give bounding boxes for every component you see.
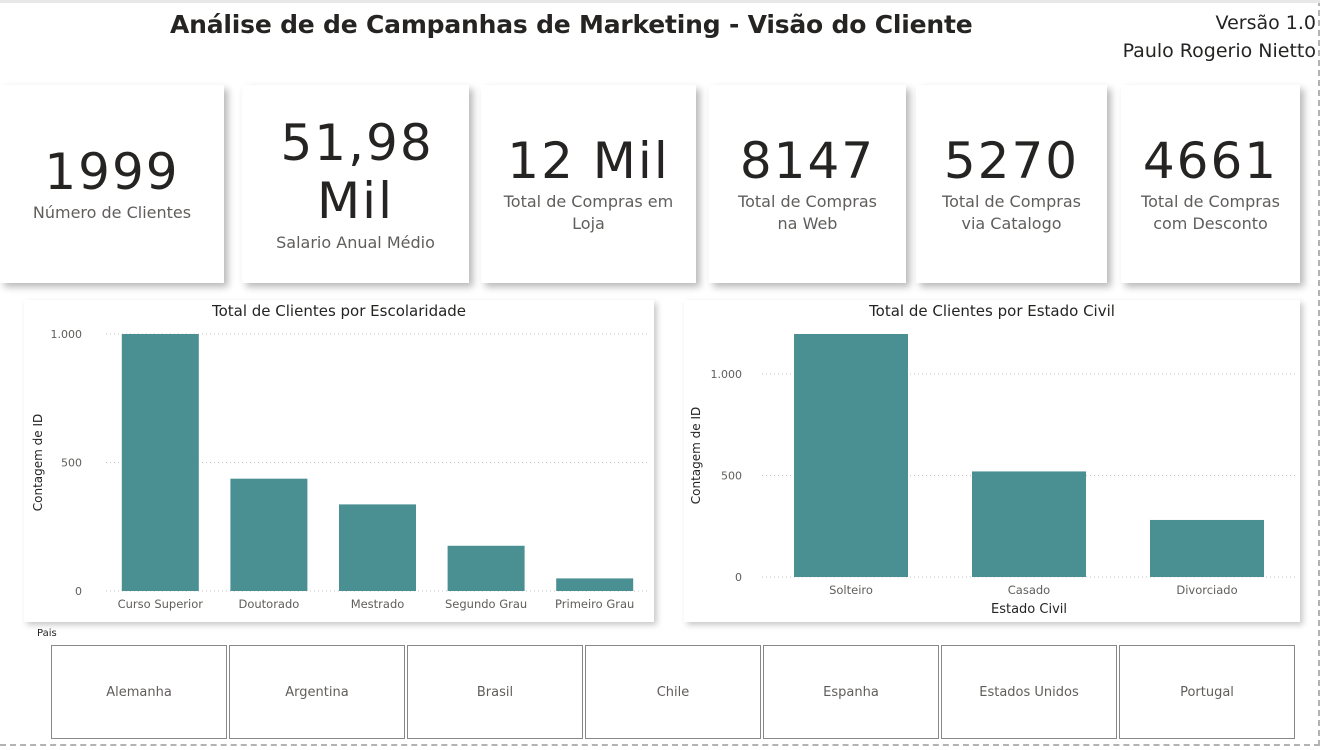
kpi-card-compras-loja[interactable]: 12 Mil Total de Compras em Loja [481,85,696,283]
bar[interactable] [972,471,1086,577]
kpi-label: Total de Compras com Desconto [1141,192,1280,233]
chart-escolaridade[interactable]: Total de Clientes por Escolaridade 0 500 1… [24,300,654,622]
slicer-label: Pais [37,628,57,639]
y-tick-label: 0 [75,585,82,598]
x-tick-label: Primeiro Grau [555,597,634,611]
y-axis-label: Contagem de ID [31,414,45,511]
y-axis-label: Contagem de ID [689,407,703,504]
slicer-option[interactable]: Alemanha [51,645,227,739]
y-tick-label: 500 [61,457,82,470]
bar[interactable] [121,334,199,591]
kpi-card-salario[interactable]: 51,98 Mil Salario Anual Médio [242,85,469,283]
kpi-value: 8147 [739,132,876,190]
y-tick-label: 500 [721,469,742,482]
bar[interactable] [794,334,908,577]
chart-estado-civil-plot: 0 500 1.000 Solteiro Casado Divorciado Contage… [689,334,1296,617]
slicer-option[interactable]: Estados Unidos [941,645,1117,739]
kpi-value: 51,98 Mil [280,114,434,230]
x-tick-label: Divorciado [1176,583,1237,597]
x-tick-label: Doutorado [238,597,299,611]
top-divider [0,0,1320,3]
y-tick-label: 0 [735,571,742,584]
kpi-card-clientes[interactable]: 1999 Número de Clientes [0,85,224,283]
kpi-card-compras-catalogo[interactable]: 5270 Total de Compras via Catalogo [916,85,1107,283]
x-tick-label: Mestrado [351,597,405,611]
kpi-label: Total de Compras via Catalogo [942,192,1081,233]
y-tick-label: 1.000 [51,328,83,341]
author-label: Paulo Rogerio Nietto [1122,40,1316,62]
x-axis-label: Estado Civil [991,602,1067,617]
kpi-value: 5270 [943,132,1080,190]
slicer-option[interactable]: Espanha [763,645,939,739]
bar[interactable] [230,478,308,591]
bar[interactable] [556,578,634,591]
slicer-option[interactable]: Brasil [407,645,583,739]
chart-estado-civil[interactable]: Total de Clientes por Estado Civil 0 500 1… [684,300,1300,622]
x-tick-label: Solteiro [829,583,873,597]
kpi-value: 1999 [44,143,180,201]
x-tick-label: Curso Superior [118,597,204,611]
kpi-label: Total de Compras em Loja [503,192,674,233]
version-label: Versão 1.0 [1215,12,1316,34]
report-title: Análise de de Campanhas de Marketing - V… [170,10,973,39]
kpi-label: Salario Anual Médio [276,233,435,252]
slicer-option[interactable]: Chile [585,645,761,739]
x-tick-label: Casado [1008,583,1050,597]
y-tick-label: 1.000 [711,368,743,381]
kpi-card-compras-web[interactable]: 8147 Total de Compras na Web [709,85,906,283]
x-tick-label: Segundo Grau [445,597,527,611]
version-block: Versão 1.0 Paulo Rogerio Nietto [1123,9,1316,65]
kpi-label: Número de Clientes [32,203,192,222]
bar[interactable] [1150,519,1264,577]
bar[interactable] [447,545,525,591]
bar[interactable] [339,504,416,591]
slicer-option[interactable]: Portugal [1119,645,1295,739]
slicer-option[interactable]: Argentina [229,645,405,739]
kpi-value: 4661 [1142,132,1279,190]
kpi-card-compras-desconto[interactable]: 4661 Total de Compras com Desconto [1121,85,1300,283]
kpi-label: Total de Compras na Web [738,192,877,233]
chart-escolaridade-plot: 0 500 1.000 Curso Superior Doutorado Mestrado… [31,328,649,611]
kpi-value: 12 Mil [507,132,670,190]
